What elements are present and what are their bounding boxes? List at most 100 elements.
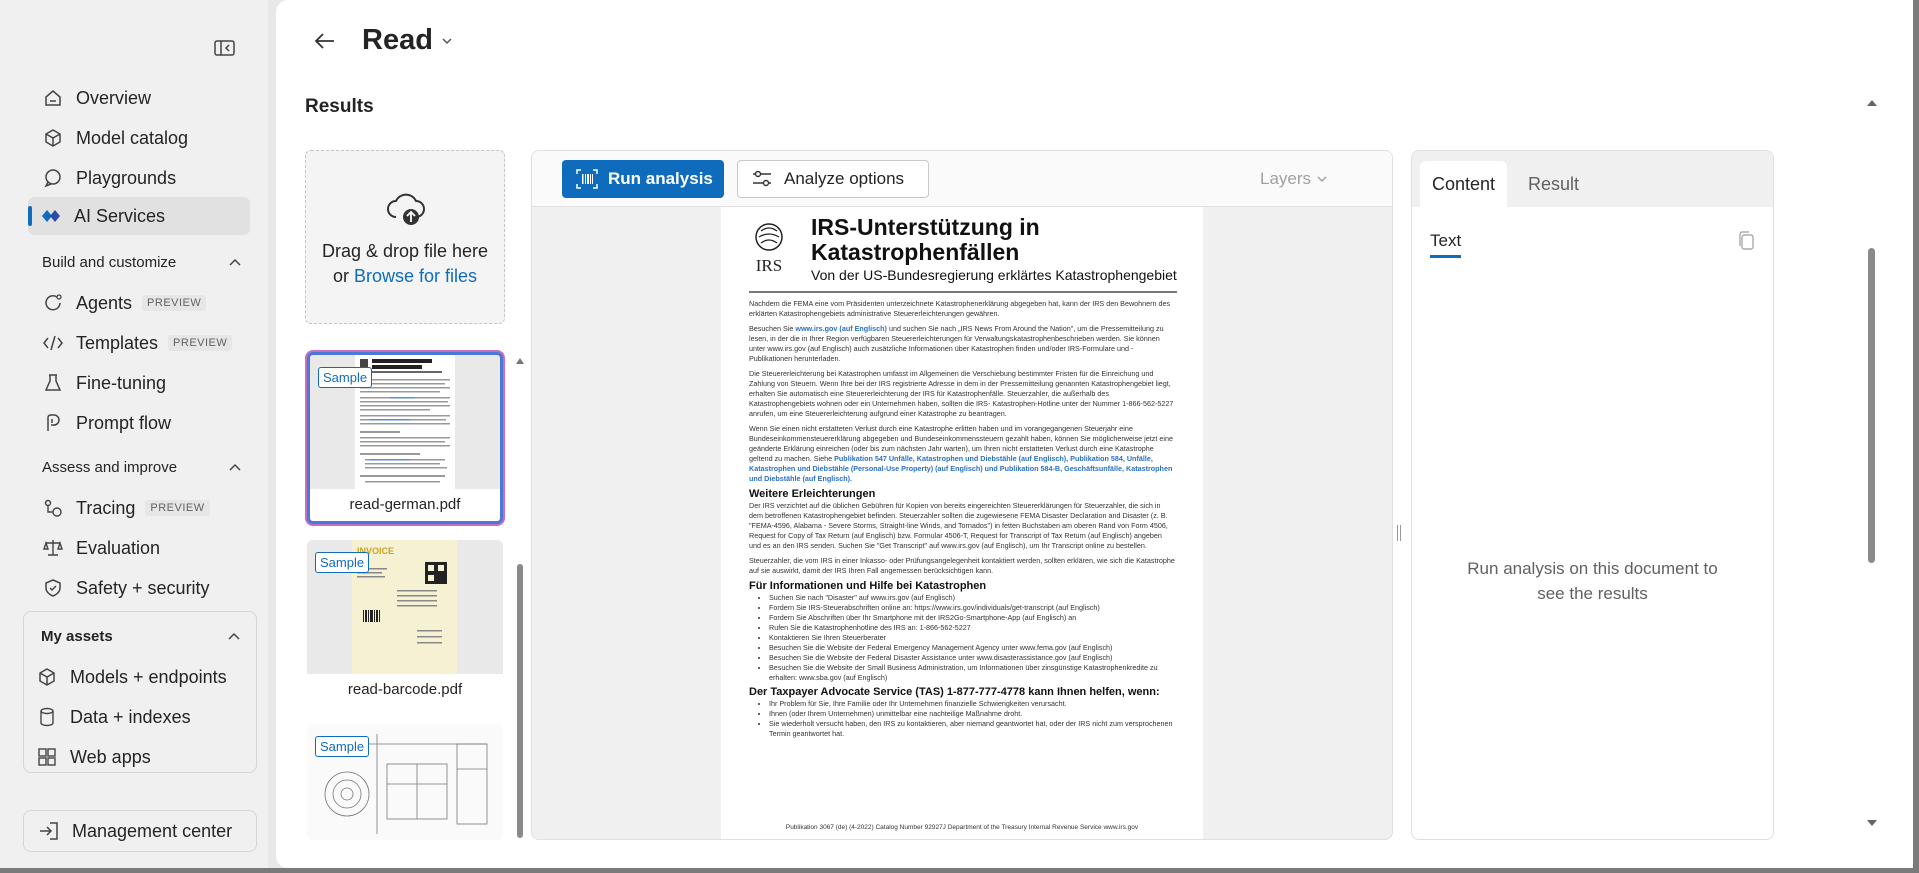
database-icon [36, 706, 58, 728]
ai-services-icon [40, 205, 62, 227]
results-panel: Content Result Text Run analysis on this… [1411, 150, 1774, 840]
svg-text:IRS: IRS [756, 256, 782, 275]
preview-badge: PREVIEW [168, 335, 233, 351]
tab-result[interactable]: Result [1516, 161, 1591, 207]
back-arrow-icon[interactable] [312, 28, 338, 54]
sidebar-item-fine-tuning[interactable]: Fine-tuning [30, 364, 250, 402]
layers-dropdown[interactable]: Layers [1260, 169, 1327, 189]
doc-paragraph: Nachdem die FEMA eine vom Präsidenten un… [749, 299, 1171, 318]
sidebar-item-ai-services[interactable]: AI Services [28, 197, 250, 235]
dropzone-browse-line: or Browse for files [306, 264, 504, 289]
document-viewer: Run analysis Analyze options Layers IRS … [531, 150, 1393, 840]
sidebar-item-evaluation[interactable]: Evaluation [30, 529, 250, 567]
chevron-up-icon [229, 463, 241, 471]
options-sliders-icon [753, 170, 771, 187]
sidebar: Overview Model catalog Playgrounds AI Se… [0, 0, 268, 873]
sidebar-item-tracing[interactable]: Tracing PREVIEW [30, 489, 250, 527]
sidebar-item-overview[interactable]: Overview [30, 79, 250, 117]
analyze-options-button[interactable]: Analyze options [737, 160, 929, 198]
sidebar-item-label: Fine-tuning [76, 372, 167, 393]
doc-list-item: Rufen Sie die Katastrophenhotline des IR… [769, 623, 1175, 633]
collapse-sidebar-icon[interactable] [213, 38, 237, 58]
doc-paragraph: Die Steuererleichterung bei Katastrophen… [749, 369, 1174, 418]
sample-tag: Sample [318, 367, 373, 388]
doc-heading: Der Taxpayer Advocate Service (TAS) 1-87… [749, 686, 1160, 698]
sign-in-icon [38, 820, 60, 842]
doc-paragraph: Der IRS verzichtet auf die üblichen Gebü… [749, 501, 1168, 550]
document-subtitle: Von der US-Bundesregierung erklärtes Kat… [811, 267, 1177, 283]
sidebar-item-playgrounds[interactable]: Playgrounds [30, 159, 250, 197]
cloud-upload-icon [387, 193, 425, 225]
resize-handle-icon[interactable] [1396, 525, 1402, 541]
document-footer: Publikation 3067 (de) (4-2022) Catalog N… [785, 824, 1139, 831]
samples-scrollbar[interactable] [515, 352, 525, 840]
page-title-text: Read [362, 24, 433, 56]
document-body: Nachdem die FEMA eine vom Präsidenten un… [749, 299, 1175, 743]
build-section-header[interactable]: Build and customize [42, 248, 242, 276]
layers-label: Layers [1260, 169, 1312, 188]
sample-file-name: read-german.pdf [310, 489, 500, 521]
run-analysis-button[interactable]: Run analysis [562, 160, 724, 198]
doc-paragraph: Steuerzahler, die vom IRS in einer Inkas… [749, 556, 1175, 575]
file-dropzone[interactable]: Drag & drop file here or Browse for file… [305, 150, 505, 324]
doc-paragraph: Besuchen Sie www.irs.gov (auf Englisch) … [749, 324, 1164, 363]
sidebar-item-prompt-flow[interactable]: Prompt flow [30, 404, 250, 442]
dropzone-text: Drag & drop file here [321, 241, 489, 261]
page-scrollbar[interactable] [1865, 98, 1879, 828]
sidebar-item-web-apps[interactable]: Web apps [24, 738, 256, 776]
sidebar-item-model-catalog[interactable]: Model catalog [30, 119, 250, 157]
chevron-up-icon [228, 632, 240, 640]
tab-text[interactable]: Text [1430, 231, 1462, 258]
scrollbar-thumb[interactable] [1868, 248, 1875, 563]
window-edge [0, 868, 1919, 873]
sample-card-drawing[interactable]: Sample [307, 724, 503, 840]
scroll-up-icon[interactable] [1867, 98, 1877, 108]
analyze-options-label: Analyze options [784, 169, 905, 188]
sidebar-item-label: Models + endpoints [70, 666, 227, 687]
window-edge [1913, 0, 1919, 873]
assets-section-header[interactable]: My assets [41, 622, 241, 650]
results-tabs: Content Result [1412, 151, 1773, 207]
sample-tag: Sample [315, 552, 370, 573]
sidebar-item-label: AI Services [74, 205, 166, 226]
preview-badge: PREVIEW [145, 500, 210, 516]
preview-badge: PREVIEW [142, 295, 207, 311]
section-title: My assets [41, 627, 113, 645]
sidebar-item-templates[interactable]: Templates PREVIEW [30, 324, 250, 362]
empty-results-message: Run analysis on this document to see the… [1467, 559, 1718, 603]
management-center-label: Management center [72, 820, 233, 841]
sidebar-item-safety-security[interactable]: Safety + security [30, 569, 250, 607]
doc-list-item: Kontaktieren Sie Ihren Steuerberater [769, 633, 1175, 643]
sidebar-item-label: Web apps [70, 746, 151, 767]
chevron-down-icon [1317, 176, 1327, 182]
doc-list: Suchen Sie nach "Disaster" auf www.irs.g… [769, 593, 1175, 683]
chevron-up-icon [229, 258, 241, 266]
sidebar-item-label: Evaluation [76, 537, 161, 558]
section-title: Assess and improve [42, 458, 178, 476]
agents-icon [42, 292, 64, 314]
doc-heading: Für Informationen und Hilfe bei Katastro… [749, 580, 987, 592]
sample-card-read-german[interactable]: Sample read-german.pdf [307, 352, 503, 524]
doc-list-item: Ihr Problem für Sie, Ihre Familie oder I… [769, 699, 1175, 709]
run-analysis-label: Run analysis [608, 169, 713, 188]
management-center-button[interactable]: Management center [23, 810, 257, 852]
assess-section-header[interactable]: Assess and improve [42, 453, 242, 481]
sidebar-item-label: Prompt flow [76, 412, 172, 433]
doc-list-item: Suchen Sie nach "Disaster" auf www.irs.g… [769, 593, 1175, 603]
flask-icon [42, 372, 64, 394]
scroll-down-icon[interactable] [1867, 818, 1877, 828]
apps-icon [36, 746, 58, 768]
sample-card-read-barcode[interactable]: INVOICE Sample read-barcode.pdf [307, 540, 503, 706]
scan-icon [576, 169, 598, 189]
copy-icon[interactable] [1737, 231, 1755, 251]
page-title[interactable]: Read [362, 24, 453, 57]
sidebar-item-data-indexes[interactable]: Data + indexes [24, 698, 256, 736]
sidebar-item-label: Playgrounds [76, 167, 177, 188]
sidebar-item-agents[interactable]: Agents PREVIEW [30, 284, 250, 322]
sidebar-item-models-endpoints[interactable]: Models + endpoints [24, 658, 256, 696]
document-title: IRS-Unterstützung in Katastrophenfällen [811, 214, 1040, 265]
doc-list-item: Ihnen (oder Ihrem Unternehmen) unmittelb… [769, 709, 1175, 719]
tab-content[interactable]: Content [1420, 161, 1508, 207]
browse-files-link[interactable]: Browse for files [354, 266, 477, 286]
sidebar-item-label: Safety + security [76, 577, 210, 598]
